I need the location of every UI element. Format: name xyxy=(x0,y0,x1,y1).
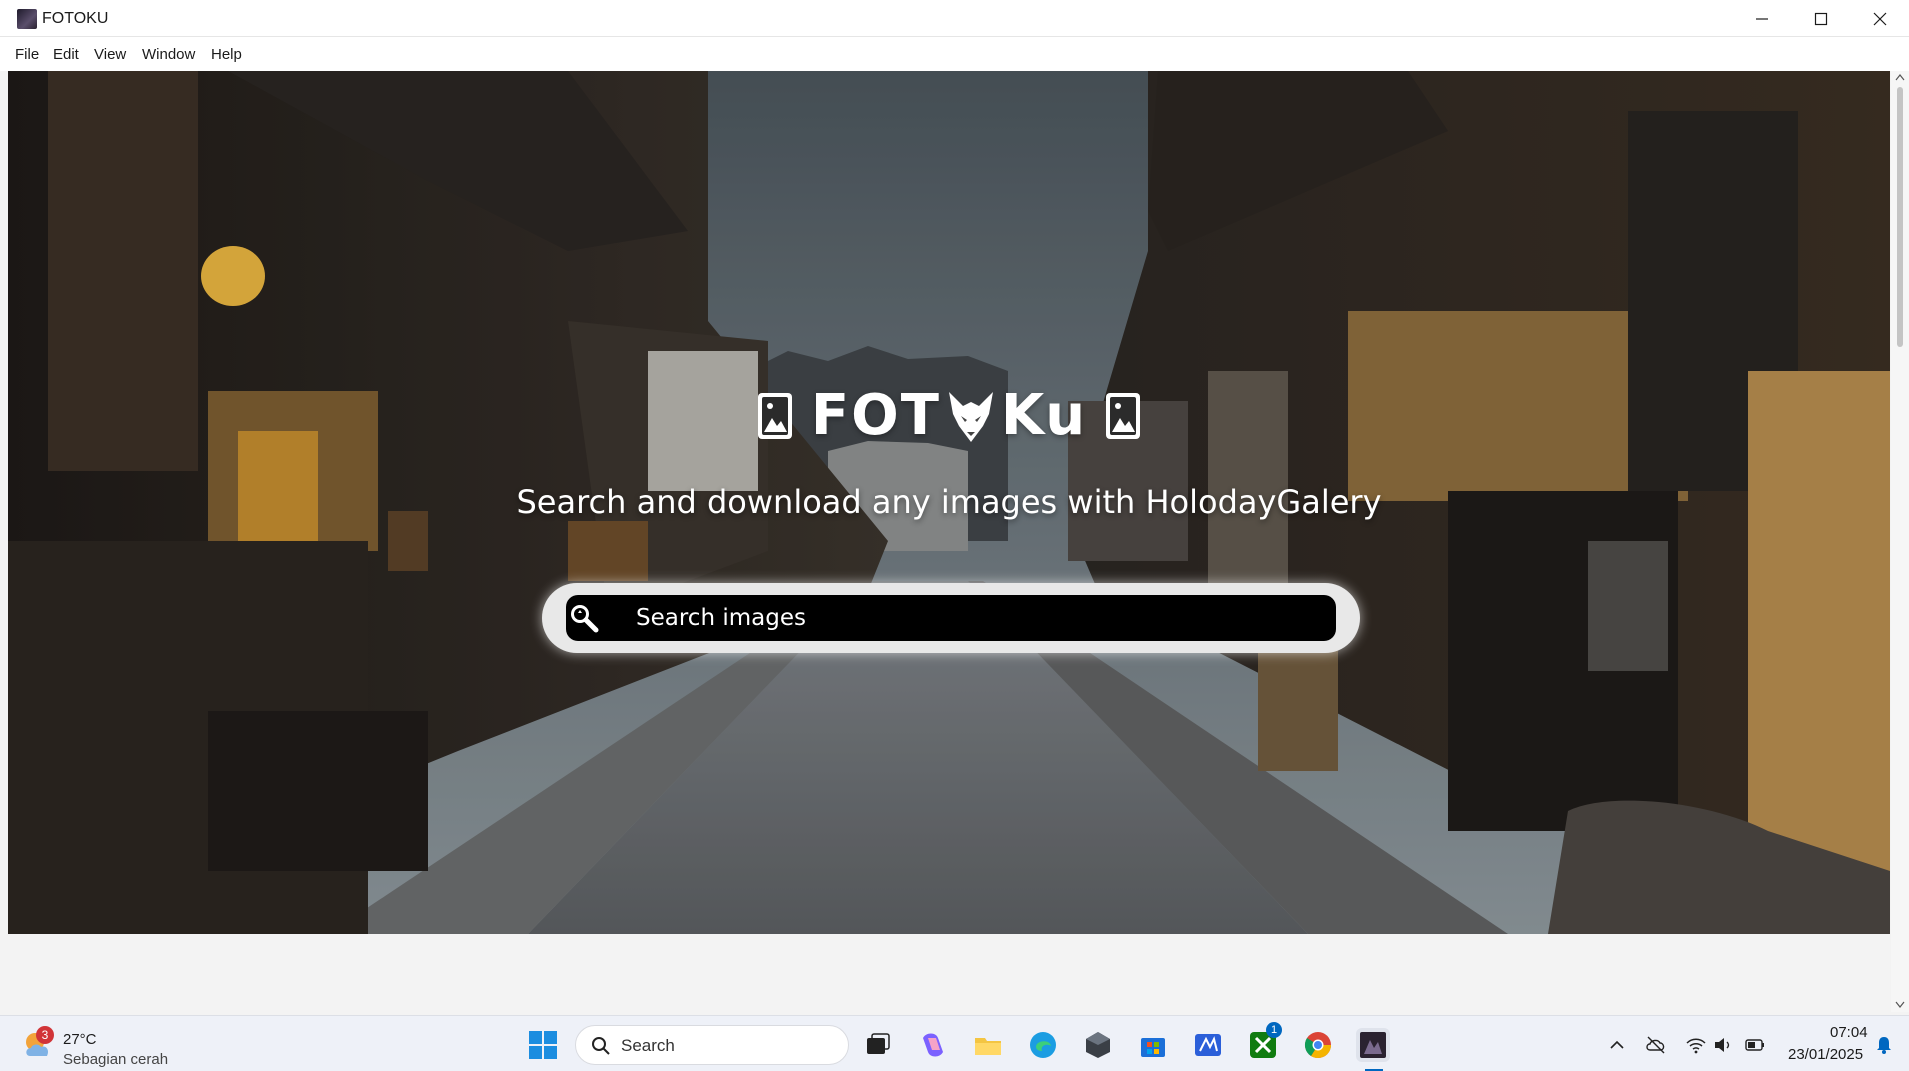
close-button[interactable] xyxy=(1851,0,1909,37)
task-view-button[interactable] xyxy=(861,1028,895,1062)
menu-help[interactable]: Help xyxy=(211,46,242,63)
wolf-icon xyxy=(948,391,993,442)
taskbar-search-label: Search xyxy=(621,1036,675,1055)
volume-icon[interactable] xyxy=(1712,1034,1734,1056)
weather-description[interactable]: Sebagian cerah xyxy=(63,1051,168,1068)
task-view-icon xyxy=(867,1033,890,1054)
window-title: FOTOKU xyxy=(42,10,109,27)
cube-icon xyxy=(1086,1032,1110,1058)
store-icon xyxy=(1141,1038,1165,1057)
close-icon xyxy=(1873,12,1887,25)
menu-edit[interactable]: Edit xyxy=(53,46,79,63)
brand-logo: FOT Ku xyxy=(8,383,1890,448)
menu-bar: File Edit View Window Help xyxy=(0,37,1909,71)
app-icon xyxy=(17,9,37,29)
fotoku-taskbar-button[interactable] xyxy=(1356,1028,1390,1062)
chevron-up-icon[interactable] xyxy=(1606,1034,1628,1056)
edge-button[interactable] xyxy=(1026,1028,1060,1062)
vertical-scrollbar[interactable] xyxy=(1891,71,1909,1012)
battery-icon[interactable] xyxy=(1744,1034,1766,1056)
xbox-button[interactable]: 1 xyxy=(1246,1022,1282,1062)
copilot-icon xyxy=(923,1033,943,1057)
cloud-offline-icon[interactable] xyxy=(1645,1034,1667,1056)
weather-badge: 3 xyxy=(36,1026,54,1044)
wifi-icon[interactable] xyxy=(1685,1034,1707,1056)
brand-text-left: FOT xyxy=(810,383,941,448)
scroll-up-icon[interactable] xyxy=(1895,73,1905,81)
notification-bell-icon[interactable] xyxy=(1873,1034,1895,1056)
edge-icon xyxy=(1030,1032,1056,1058)
hero-section: FOT Ku Search and download any images wi… xyxy=(8,71,1890,934)
menu-view[interactable]: View xyxy=(94,46,126,63)
scrollbar-thumb[interactable] xyxy=(1897,87,1903,347)
app-content: FOT Ku Search and download any images wi… xyxy=(8,71,1890,934)
minimize-button[interactable] xyxy=(1733,0,1791,37)
maximize-button[interactable] xyxy=(1792,0,1850,37)
app-button-cube[interactable] xyxy=(1081,1028,1115,1062)
image-icon xyxy=(1106,392,1141,439)
folder-icon xyxy=(975,1038,1001,1055)
search-input[interactable]: Search images xyxy=(566,595,1336,641)
weather-temperature[interactable]: 27°C xyxy=(63,1031,97,1048)
menu-file[interactable]: File xyxy=(15,46,39,63)
start-button[interactable] xyxy=(526,1028,560,1062)
clock-time[interactable]: 07:04 xyxy=(1830,1024,1868,1041)
search-icon xyxy=(592,1037,610,1055)
minimize-icon xyxy=(1756,17,1768,20)
brand-name: FOT Ku xyxy=(811,383,1087,448)
store-button[interactable] xyxy=(1136,1028,1170,1062)
scroll-down-icon[interactable] xyxy=(1895,1001,1905,1009)
clock-date[interactable]: 23/01/2025 xyxy=(1788,1046,1863,1063)
taskbar: 3 27°C Sebagian cerah Search 1 07:04 23/… xyxy=(0,1015,1909,1071)
taskbar-search[interactable]: Search xyxy=(575,1025,849,1065)
brand-text-right: Ku xyxy=(1000,383,1088,448)
app-blue-icon xyxy=(1195,1034,1221,1056)
copilot-button[interactable] xyxy=(916,1028,950,1062)
title-bar: FOTOKU xyxy=(0,0,1909,37)
search-placeholder: Search images xyxy=(636,605,806,631)
chrome-icon xyxy=(1304,1032,1332,1059)
app-button-blue[interactable] xyxy=(1191,1028,1225,1062)
file-explorer-button[interactable] xyxy=(971,1028,1005,1062)
hero-tagline: Search and download any images with Holo… xyxy=(516,483,1382,521)
windows-icon xyxy=(529,1031,557,1059)
image-icon xyxy=(757,392,792,439)
fotoku-app-icon xyxy=(1360,1032,1386,1058)
menu-window[interactable]: Window xyxy=(142,46,195,63)
maximize-icon xyxy=(1814,12,1828,25)
store-badge: 1 xyxy=(1266,1022,1282,1038)
search-bar: Search images xyxy=(542,583,1360,653)
search-icon[interactable] xyxy=(568,602,600,634)
chrome-button[interactable] xyxy=(1301,1028,1335,1062)
